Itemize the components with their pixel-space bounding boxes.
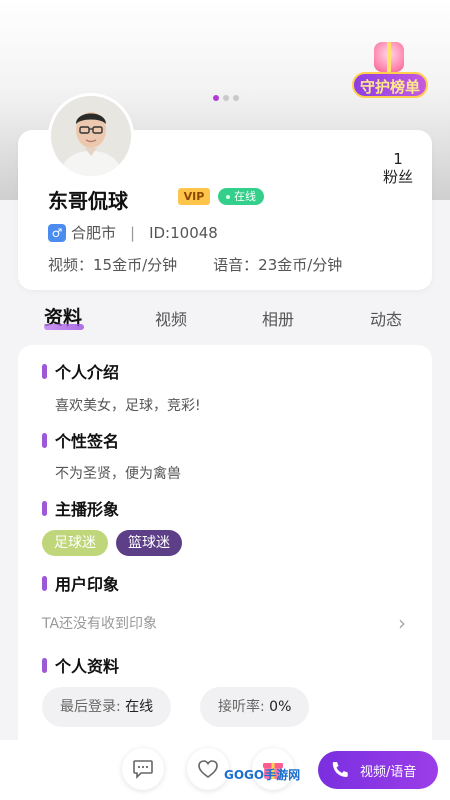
fans-label: 粉丝 [382, 168, 413, 186]
details-title: 个人资料 [55, 657, 120, 676]
signature-section-title: 个性签名 [42, 428, 119, 452]
pager-dot-1[interactable] [213, 95, 219, 101]
price-row: 视频：15金币/分钟 语音：23金币/分钟 [48, 254, 342, 275]
male-icon: ♂ [48, 223, 66, 242]
user-id: ID:10048 [149, 223, 218, 242]
section-marker [42, 657, 47, 673]
avatar-photo [51, 96, 131, 176]
message-button[interactable] [122, 748, 164, 790]
gift-box-icon [374, 42, 404, 72]
heart-icon [198, 760, 218, 778]
online-status-badge: 在线 [218, 188, 264, 205]
location-row: ♂ 合肥市 | ID:10048 [48, 222, 218, 243]
fans-counter[interactable]: 1 粉丝 [383, 150, 413, 186]
impression-section-title: 用户印象 [42, 571, 119, 595]
avatar[interactable] [48, 93, 134, 179]
chevron-right-icon[interactable]: › [398, 611, 406, 635]
active-tab-indicator [44, 324, 84, 330]
online-dot-icon [226, 194, 230, 199]
impression-row[interactable]: TA还没有收到印象 [42, 613, 157, 633]
tab-moments[interactable]: 动态 [370, 306, 402, 330]
section-marker [42, 363, 47, 379]
signature-title: 个性签名 [55, 432, 120, 451]
vip-badge: VIP [178, 188, 210, 205]
pager-dot-3[interactable] [233, 95, 239, 101]
intro-section-title: 个人介绍 [42, 359, 119, 383]
phone-icon [332, 762, 348, 777]
voice-price: 语音：23金币/分钟 [213, 256, 343, 274]
banner-pager [213, 95, 239, 101]
image-section-title: 主播形象 [42, 496, 119, 520]
answer-rate-pill: 接听率: 0% [200, 687, 310, 727]
profile-info-card: 个人介绍 喜欢美女，足球，竞彩! 个性签名 不为圣贤，便为禽兽 主播形象 足球迷… [18, 345, 432, 765]
fans-count: 1 [393, 150, 403, 168]
guard-ranking-button[interactable]: 守护榜单 [352, 42, 428, 104]
video-voice-call-button[interactable]: 视频/语音 [318, 751, 438, 789]
section-marker [42, 500, 47, 516]
details-section-title: 个人资料 [42, 653, 119, 677]
pager-dot-2[interactable] [223, 95, 229, 101]
guard-ranking-label: 守护榜单 [352, 72, 428, 98]
city-text: 合肥市 [71, 224, 117, 242]
last-login-pill: 最后登录: 在线 [42, 687, 172, 727]
profile-tabs: 资料 视频 相册 动态 [0, 300, 450, 336]
follow-button[interactable] [187, 748, 229, 790]
last-login-label: 最后登录: [60, 699, 121, 715]
image-title: 主播形象 [55, 500, 120, 519]
tab-videos[interactable]: 视频 [155, 306, 187, 330]
last-login-value: 在线 [125, 699, 154, 715]
tag-basketball-fan: 篮球迷 [116, 530, 182, 556]
section-marker [42, 575, 47, 591]
answer-rate-label: 接听率: [218, 699, 265, 715]
watermark-logo: GOGO手游网 [224, 768, 301, 782]
anchor-name: 东哥侃球 [48, 189, 128, 213]
tag-football-fan: 足球迷 [42, 530, 108, 556]
intro-text: 喜欢美女，足球，竞彩! [55, 398, 201, 414]
section-marker [42, 432, 47, 448]
call-button-label: 视频/语音 [360, 764, 417, 780]
impression-title: 用户印象 [55, 575, 120, 594]
tab-album[interactable]: 相册 [262, 306, 294, 330]
answer-rate-value: 0% [269, 699, 292, 715]
message-icon [133, 760, 153, 779]
video-price: 视频：15金币/分钟 [48, 256, 178, 274]
intro-title: 个人介绍 [55, 363, 120, 382]
separator: | [130, 223, 136, 242]
online-status-label: 在线 [234, 190, 256, 203]
signature-text: 不为圣贤，便为禽兽 [55, 466, 181, 482]
